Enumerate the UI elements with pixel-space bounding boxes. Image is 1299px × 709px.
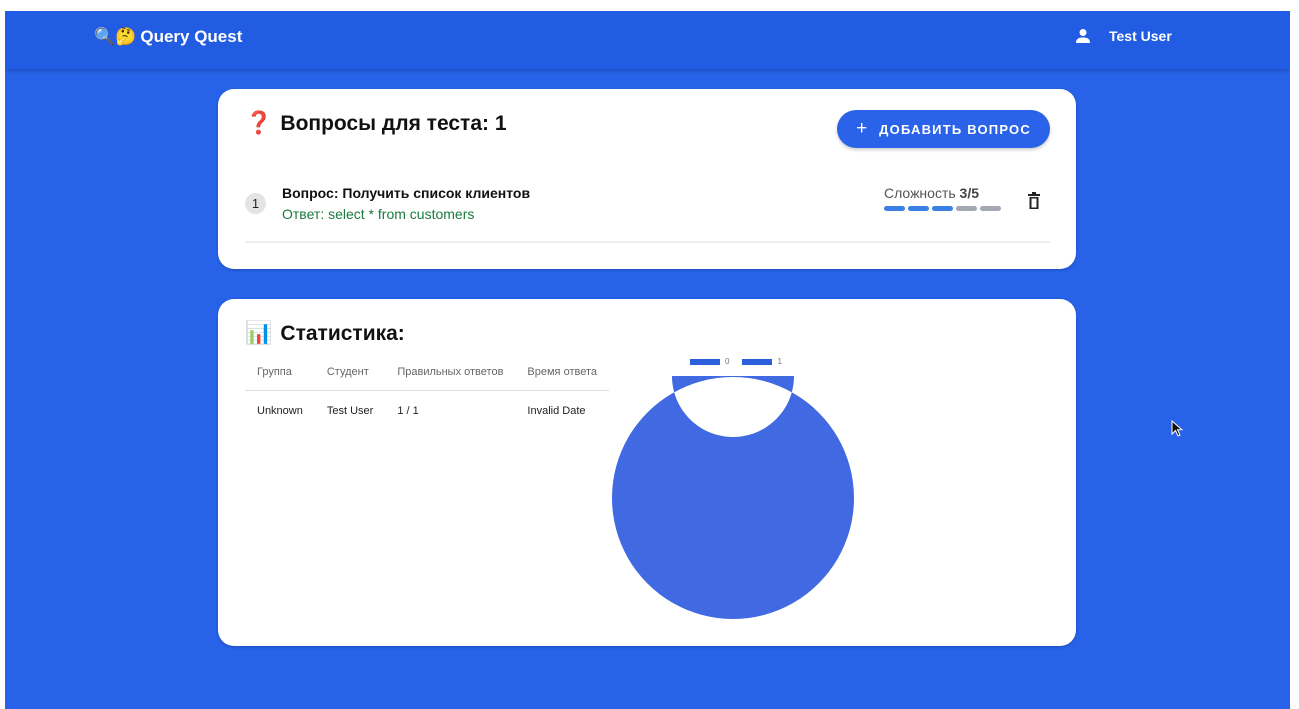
legend-item[interactable]: 0: [690, 357, 729, 366]
statistics-card: 📊 Статистика: Группа Студент Правильных …: [218, 299, 1076, 646]
legend-item[interactable]: 1: [742, 357, 782, 366]
legend-label: 1: [777, 357, 782, 366]
column-header[interactable]: Студент: [314, 357, 386, 391]
bar-chart-icon: 📊: [245, 321, 273, 346]
mouse-cursor-icon: [1171, 420, 1184, 437]
plus-icon: +: [856, 118, 868, 139]
brand-emoji-icon: 🔍🤔: [94, 27, 137, 47]
table-header-row: Группа Студент Правильных ответов Время …: [245, 357, 609, 391]
difficulty-segment: [980, 206, 1001, 211]
answer-text: Ответ: select * from customers: [282, 206, 475, 222]
difficulty-value: 3/5: [959, 185, 980, 201]
questions-title: ❓ Вопросы для теста: 1: [245, 111, 507, 136]
app-screen: 🔍🤔 Query Quest Test User ❓ Вопросы для т…: [5, 11, 1290, 709]
difficulty-meter: [884, 206, 1001, 211]
legend-label: 0: [725, 357, 730, 366]
statistics-title: 📊 Статистика:: [245, 321, 405, 346]
brand[interactable]: 🔍🤔 Query Quest: [94, 27, 242, 47]
difficulty-segment: [884, 206, 905, 211]
difficulty-segment: [956, 206, 977, 211]
table-cell: Test User: [326, 405, 374, 417]
difficulty-segment: [932, 206, 953, 211]
add-question-button[interactable]: + ДОБАВИТЬ ВОПРОС: [837, 110, 1050, 148]
difficulty-label-text: Сложность: [884, 185, 956, 201]
table-row[interactable]: Unknown Test User 1 / 1 Invalid Date: [245, 391, 609, 432]
legend-swatch: [742, 358, 773, 365]
column-header[interactable]: Время ответа: [515, 357, 609, 391]
table-cell: Unknown: [257, 405, 303, 417]
column-header[interactable]: Группа: [245, 357, 315, 391]
app-bar: 🔍🤔 Query Quest Test User: [5, 11, 1290, 69]
table-cell: 1 / 1: [397, 405, 419, 417]
question-text: Вопрос: Получить список клиентов: [282, 185, 531, 201]
user-menu[interactable]: Test User: [1075, 28, 1172, 44]
statistics-title-text: Статистика:: [280, 321, 405, 345]
question-list-item[interactable]: 1 Вопрос: Получить список клиентов Ответ…: [245, 179, 1050, 243]
difficulty-segment: [908, 206, 929, 211]
brand-name: Query Quest: [140, 27, 243, 46]
questions-card: ❓ Вопросы для теста: 1 + ДОБАВИТЬ ВОПРОС…: [218, 89, 1076, 269]
column-header[interactable]: Правильных ответов: [385, 357, 516, 391]
legend-swatch: [690, 358, 720, 365]
user-name: Test User: [1109, 28, 1172, 44]
chart-legend: 01: [690, 357, 789, 366]
add-question-label: ДОБАВИТЬ ВОПРОС: [879, 121, 1031, 137]
question-number-badge: 1: [245, 193, 266, 214]
questions-title-text: Вопросы для теста: 1: [280, 111, 507, 135]
delete-trash-icon[interactable]: [1026, 192, 1042, 210]
user-icon: [1076, 29, 1090, 43]
statistics-table: Группа Студент Правильных ответов Время …: [245, 357, 609, 431]
table-cell: Invalid Date: [527, 405, 586, 417]
doughnut-chart: [612, 376, 854, 619]
difficulty-label: Сложность 3/5: [884, 185, 979, 201]
question-mark-icon: ❓: [245, 111, 273, 136]
